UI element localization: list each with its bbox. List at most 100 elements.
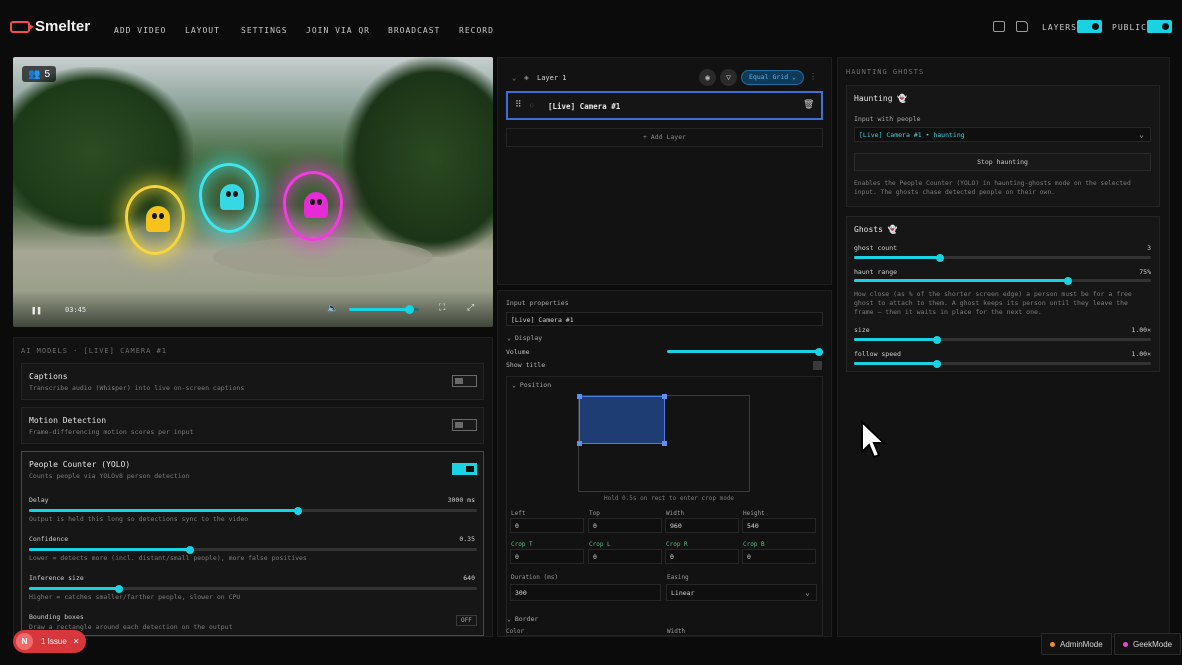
bbox-toggle[interactable]: OFF <box>456 615 477 626</box>
haunt-range-slider[interactable] <box>854 276 1151 285</box>
ghost-count-value: 3 <box>1147 244 1151 252</box>
ghost-count-label: ghost count <box>854 244 898 252</box>
fullscreen-icon[interactable]: ⤢ <box>467 303 474 313</box>
show-title-checkbox[interactable] <box>813 361 822 370</box>
ghost-count-slider[interactable] <box>854 253 1151 262</box>
camera-logo-icon <box>10 20 34 33</box>
issue-avatar: N <box>16 633 33 650</box>
position-canvas[interactable] <box>577 394 750 492</box>
drag-handle-icon[interactable]: ⋮ <box>809 72 817 81</box>
layer-name[interactable]: Layer 1 <box>537 74 567 82</box>
layout-mode-value: Equal Grid <box>749 73 789 81</box>
captions-card: Captions Transcribe audio (Whisper) into… <box>21 363 484 400</box>
app-logo[interactable]: Smelter <box>10 18 90 35</box>
filter-icon[interactable]: ▽ <box>720 69 737 86</box>
haunting-section-title: HAUNTING GHOSTS <box>846 68 925 76</box>
layer-item[interactable]: ⠿ ◌ [Live] Camera #1 🗑 <box>506 91 823 120</box>
nav-broadcast[interactable]: BROADCAST <box>388 26 440 35</box>
crop-t-input[interactable]: 0 <box>510 549 584 564</box>
delay-slider[interactable] <box>29 506 477 515</box>
add-layer-button[interactable]: + Add Layer <box>506 128 823 147</box>
input-volume-slider[interactable] <box>667 347 823 356</box>
haunt-input-select[interactable]: [Live] Camera #1 • haunting ⌄ <box>854 127 1151 142</box>
issue-badge[interactable]: N 1 Issue ✕ <box>13 630 86 653</box>
captions-toggle[interactable] <box>452 375 477 387</box>
public-toggle[interactable] <box>1147 20 1172 33</box>
layout-mode-select[interactable]: Equal Grid ⌄ <box>741 70 804 85</box>
stop-haunting-button[interactable]: Stop haunting <box>854 153 1151 171</box>
grip-icon[interactable]: ⠿ <box>515 100 522 110</box>
height-input[interactable]: 540 <box>742 518 816 533</box>
eye-icon[interactable]: ◉ <box>699 69 716 86</box>
delay-desc: Output is held this long so detections s… <box>29 515 249 523</box>
delay-value: 3000 ms <box>447 496 475 504</box>
height-label: Height <box>743 510 765 517</box>
admin-mode-button[interactable]: AdminMode <box>1041 633 1112 655</box>
inference-slider[interactable] <box>29 584 477 593</box>
crop-b-label: Crop B <box>743 541 765 548</box>
volume-label: Volume <box>506 348 530 356</box>
left-input[interactable]: 0 <box>510 518 584 533</box>
admin-mode-label: AdminMode <box>1060 639 1103 649</box>
close-icon[interactable]: ✕ <box>73 637 80 646</box>
easing-select[interactable]: Linear ⌄ <box>666 584 817 601</box>
nav-settings[interactable]: SETTINGS <box>241 26 288 35</box>
crop-hint: Hold 0.5s on rect to enter crop mode <box>604 495 735 502</box>
save-icon[interactable] <box>993 21 1005 32</box>
chevron-down-icon[interactable]: ⌄ <box>512 74 516 82</box>
border-color-label: Color <box>506 628 525 635</box>
nav-add-video[interactable]: ADD VIDEO <box>114 26 166 35</box>
crop-r-input[interactable]: 0 <box>665 549 739 564</box>
video-time: 03:45 <box>65 306 87 314</box>
nav-layout[interactable]: LAYOUT <box>185 26 220 35</box>
duration-value: 300 <box>515 589 527 597</box>
border-section-toggle[interactable]: ⌄ Border <box>507 615 538 623</box>
people-toggle[interactable] <box>452 463 477 475</box>
confidence-label: Confidence <box>29 535 69 543</box>
height-value: 540 <box>747 522 759 530</box>
volume-icon[interactable]: 🔈 <box>327 304 338 314</box>
video-preview[interactable] <box>13 57 493 327</box>
left-label: Left <box>511 510 526 517</box>
people-desc: Counts people via YOLOv8 person detectio… <box>29 472 190 480</box>
crop-l-input[interactable]: 0 <box>588 549 662 564</box>
display-section-toggle[interactable]: ⌄ Display <box>507 334 542 342</box>
chevron-down-icon: ⌄ <box>1139 130 1144 139</box>
captions-title: Captions <box>29 372 68 381</box>
follow-speed-slider[interactable] <box>854 359 1151 368</box>
app-name: Smelter <box>35 18 91 35</box>
top-input[interactable]: 0 <box>588 518 662 533</box>
nav-record[interactable]: RECORD <box>459 26 494 35</box>
trash-icon[interactable]: 🗑 <box>803 100 814 110</box>
confidence-value: 0.35 <box>459 535 475 543</box>
crop-b-input[interactable]: 0 <box>742 549 816 564</box>
video-controls: ❚❚ 03:45 🔈 ⛶ ⤢ <box>13 290 493 327</box>
volume-slider[interactable] <box>349 305 419 314</box>
duration-input[interactable]: 300 <box>510 584 661 601</box>
position-rect[interactable] <box>577 394 667 446</box>
crop-b-value: 0 <box>747 553 751 561</box>
border-label: Border <box>514 615 539 623</box>
motion-toggle[interactable] <box>452 419 477 431</box>
motion-title: Motion Detection <box>29 416 107 425</box>
hidden-icon[interactable]: ◌ <box>530 102 534 109</box>
position-section-toggle[interactable]: ⌄ Position <box>512 381 551 389</box>
size-value: 1.00× <box>1131 326 1151 334</box>
width-label: Width <box>666 510 685 517</box>
easing-value: Linear <box>671 589 695 597</box>
inference-label: Inference size <box>29 574 84 582</box>
layers-toggle[interactable] <box>1077 20 1102 33</box>
confidence-slider[interactable] <box>29 545 477 554</box>
geek-mode-button[interactable]: GeekMode <box>1114 633 1182 655</box>
people-count-badge: 👥 5 <box>22 66 57 82</box>
nav-join-via-qr[interactable]: JOIN VIA QR <box>306 26 370 35</box>
pip-icon[interactable]: ⛶ <box>439 303 445 313</box>
width-value: 960 <box>670 522 682 530</box>
pause-icon[interactable]: ❚❚ <box>31 306 42 316</box>
width-input[interactable]: 960 <box>665 518 739 533</box>
size-slider[interactable] <box>854 335 1151 344</box>
folder-icon[interactable] <box>1016 21 1028 32</box>
input-name-field[interactable]: [Live] Camera #1 <box>506 312 823 326</box>
haunting-desc: Enables the People Counter (YOLO) in hau… <box>854 180 1131 196</box>
magenta-ghost-icon <box>283 171 343 241</box>
